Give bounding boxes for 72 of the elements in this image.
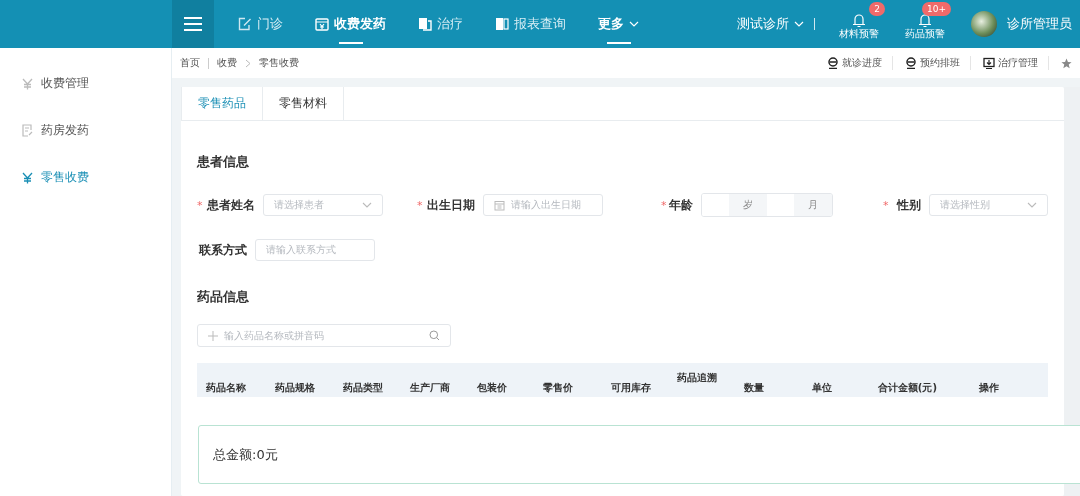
nav-tab[interactable]: 报表查询: [495, 0, 566, 48]
column-header: 零售价: [543, 381, 575, 395]
required-mark: *: [661, 198, 666, 212]
yen-icon: [22, 77, 33, 90]
input-field[interactable]: 请输入联系方式: [255, 239, 375, 261]
nav-tab[interactable]: 治疗: [418, 0, 463, 48]
user-name[interactable]: 诊所管理员: [1007, 15, 1072, 33]
caret-icon: [794, 21, 804, 27]
register-icon: [315, 17, 329, 31]
section-title: 患者信息: [197, 153, 250, 171]
select-field[interactable]: 请选择患者: [263, 194, 383, 216]
field-label: 年龄: [669, 196, 693, 214]
column-header: 合计金额(元): [877, 381, 938, 395]
nav-tab[interactable]: 更多: [598, 0, 639, 48]
sidebar-item[interactable]: 零售收费: [0, 154, 171, 201]
sidebar-item[interactable]: 收费管理: [0, 60, 171, 107]
caret-icon: [362, 202, 372, 208]
alert-button[interactable]: 药品预警 10+: [899, 1, 951, 47]
breadcrumb-link[interactable]: 收费: [217, 56, 237, 70]
field-label: 患者姓名: [206, 196, 255, 214]
caret-icon: [629, 21, 639, 27]
column-header: 数量: [744, 381, 766, 395]
column-header: 药品类型: [342, 381, 384, 395]
field-label: 联系方式: [197, 241, 247, 259]
nav-tab[interactable]: 门诊: [238, 0, 283, 48]
count-badge: 2: [869, 2, 885, 16]
column-header: 可用库存: [610, 381, 652, 395]
column-header: 包装价: [477, 381, 509, 395]
required-mark: *: [417, 198, 422, 212]
plus-icon: [208, 330, 218, 341]
alert-button[interactable]: 材料预警 2: [833, 1, 885, 47]
shortcut-link[interactable]: 治疗管理: [983, 56, 1049, 70]
shortcut-link[interactable]: 预约排班: [905, 56, 971, 70]
required-mark: *: [883, 198, 888, 212]
yen-icon: [22, 171, 33, 184]
field-label: 性别: [895, 196, 921, 214]
column-header: 单位: [811, 381, 833, 395]
column-header: 药品规格: [275, 381, 317, 395]
nav-tab[interactable]: 收费发药: [315, 0, 386, 48]
search-icon: [429, 330, 440, 341]
shortcut-link[interactable]: 就诊进度: [827, 56, 893, 70]
avatar: [971, 11, 997, 37]
section-title: 药品信息: [197, 288, 250, 306]
clinic-dropdown[interactable]: 测试诊所: [737, 15, 804, 33]
column-header: 生产厂商: [409, 381, 451, 395]
bell-icon: [852, 13, 866, 28]
total-amount: 总金额:0元: [213, 445, 278, 464]
document-icon: [22, 124, 33, 137]
column-header: 操作: [978, 381, 1000, 395]
menu-button[interactable]: [172, 0, 214, 48]
tab[interactable]: 零售药品: [181, 87, 263, 120]
breadcrumb-link[interactable]: 零售收费: [259, 56, 299, 70]
column-header: 药品名称: [206, 381, 247, 395]
monitor-icon: [983, 57, 995, 69]
search-field[interactable]: 输入药品名称或拼音码: [197, 324, 451, 347]
count-badge: 10+: [922, 2, 951, 16]
sidebar-item[interactable]: 药房发药: [0, 107, 171, 154]
copy-icon: [418, 17, 432, 31]
star-icon[interactable]: [1061, 57, 1072, 69]
menu-icon: [183, 16, 203, 32]
book-icon: [495, 17, 509, 31]
field-label: 出生日期: [426, 196, 475, 214]
date-field[interactable]: 请输入出生日期: [483, 194, 603, 216]
calendar-icon: [494, 199, 505, 211]
select-field[interactable]: 请选择性别: [928, 194, 1048, 216]
edit-icon: [238, 17, 252, 31]
required-mark: *: [197, 198, 202, 212]
bell-icon: [918, 13, 932, 28]
caret-icon: [1027, 202, 1037, 208]
chevron-icon: [245, 58, 251, 68]
column-header: 药品追溯: [677, 371, 718, 385]
breadcrumb-link[interactable]: 首页: [180, 56, 200, 70]
